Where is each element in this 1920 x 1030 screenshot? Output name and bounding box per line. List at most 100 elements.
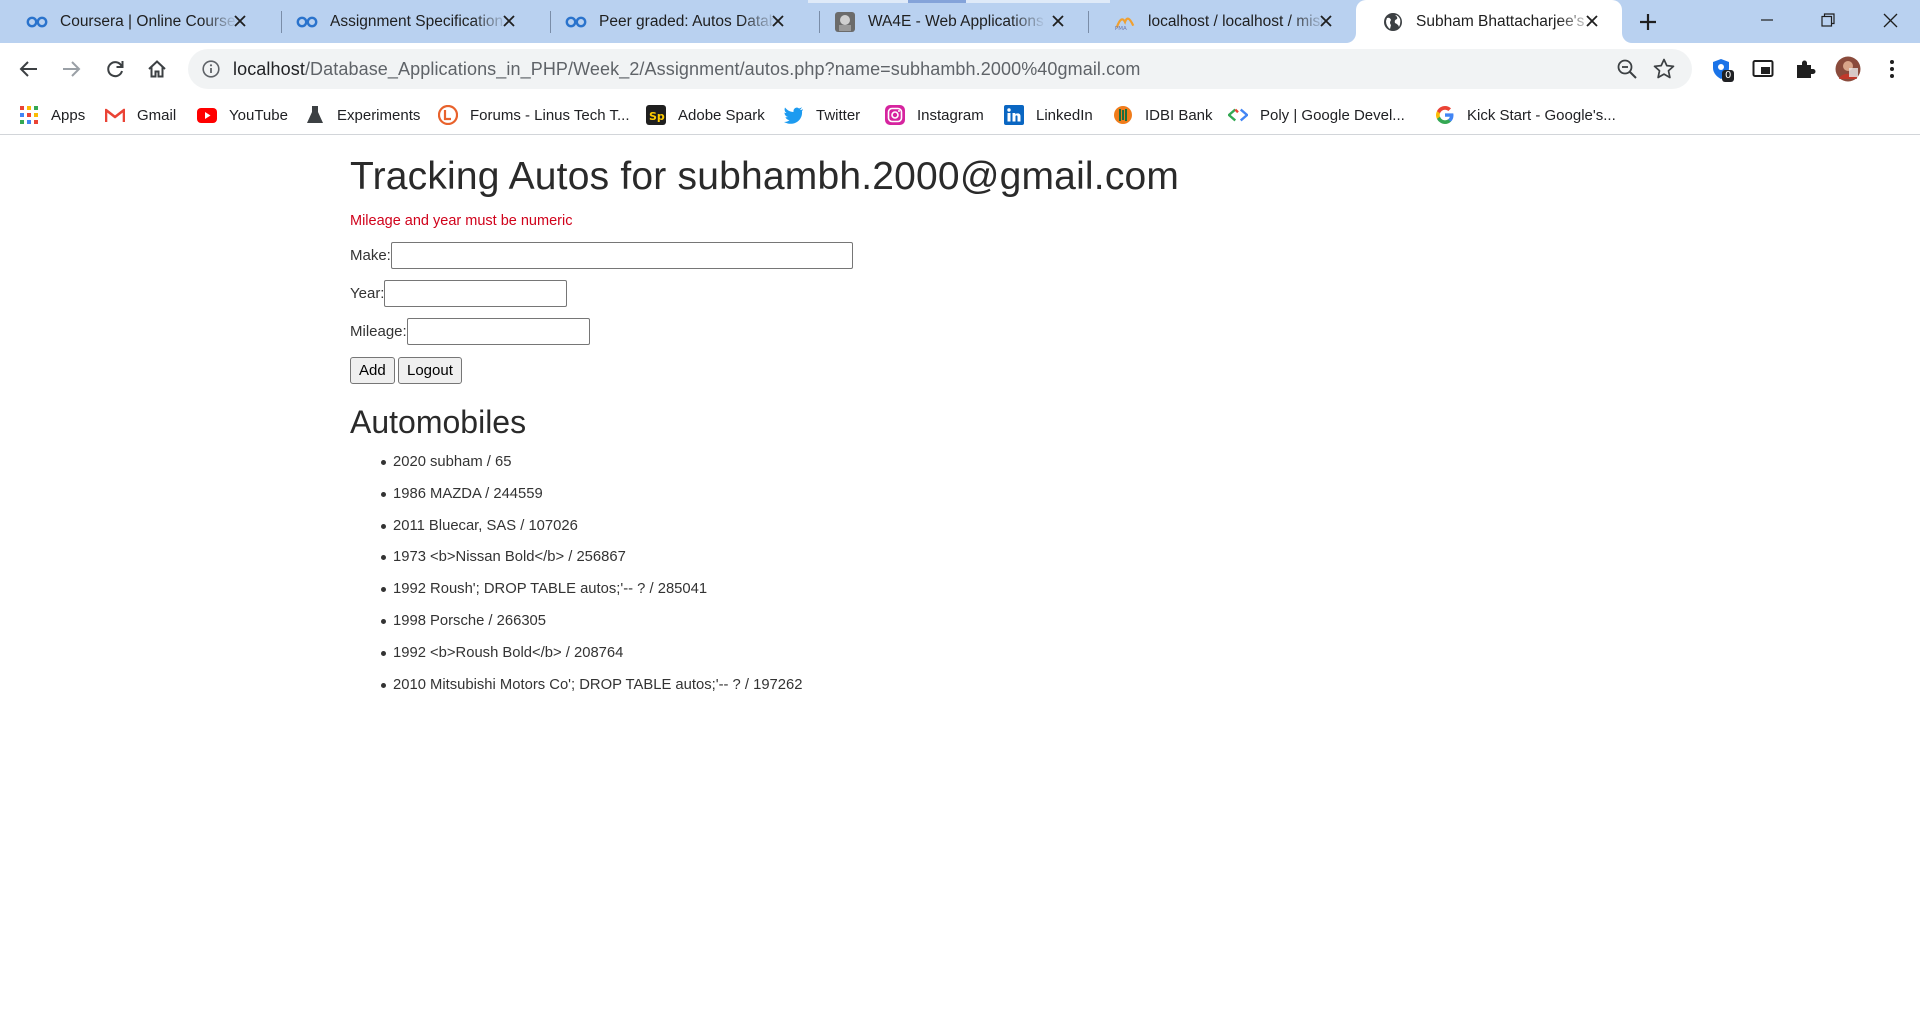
url-path: /Database_Applications_in_PHP/Week_2/Ass… (304, 59, 1141, 79)
close-icon[interactable] (1582, 11, 1602, 31)
url-host: localhost (233, 59, 305, 79)
extension-badge: 0 (1722, 70, 1735, 82)
bookmark-apps[interactable]: Apps (19, 95, 85, 135)
tab-title: Subham Bhattacharjee's Automobile Tracke… (1416, 12, 1594, 30)
idbi-icon (1113, 105, 1133, 125)
bookmark-label: Adobe Spark (678, 106, 765, 124)
bookmark-star-icon[interactable] (1652, 57, 1676, 81)
close-icon[interactable] (1048, 11, 1068, 31)
list-item: 1992 <b>Roush Bold</b> / 208764 (350, 637, 802, 669)
mileage-label: Mileage: (350, 323, 407, 340)
youtube-icon (197, 105, 217, 125)
ltt-icon (438, 105, 458, 125)
add-button[interactable]: Add (350, 357, 395, 384)
tab-title: Assignment Specification: Autos Database (330, 12, 508, 30)
back-button[interactable] (14, 54, 44, 84)
extension-button[interactable]: 0 (1708, 55, 1736, 83)
bookmark-label: Twitter (816, 106, 861, 124)
bookmark-linus-tech-tips[interactable]: Forums - Linus Tech T... (438, 95, 630, 135)
tab-title: Coursera | Online Courses & Credentials (60, 12, 238, 30)
profile-avatar[interactable] (1834, 55, 1862, 83)
coursera-icon (26, 11, 48, 33)
bookmark-poly[interactable]: Poly | Google Devel... (1228, 95, 1405, 135)
bookmark-label: Kick Start - Google's... (1467, 106, 1616, 124)
list-item: 1992 Roush'; DROP TABLE autos;'-- ? / 28… (350, 573, 802, 605)
kebab-menu-icon (1890, 60, 1894, 78)
logout-button[interactable]: Logout (398, 357, 462, 384)
minimize-icon (1761, 19, 1773, 21)
error-message: Mileage and year must be numeric (350, 213, 573, 229)
plus-icon (1640, 14, 1656, 30)
year-field: Year: (350, 280, 568, 307)
coursera-icon (565, 11, 587, 33)
tab-strip: Coursera | Online Courses & Credentials … (0, 0, 1920, 43)
svg-text:Sp: Sp (649, 110, 665, 123)
bookmark-label: Experiments (337, 106, 421, 124)
forward-button[interactable] (56, 54, 86, 84)
home-button[interactable] (142, 54, 172, 84)
tab-title: Peer graded: Autos Database (599, 12, 777, 30)
year-input[interactable] (384, 280, 568, 307)
bookmark-idbi-bank[interactable]: IDBI Bank (1113, 95, 1213, 135)
linkedin-icon (1004, 105, 1024, 125)
tab-wa4e[interactable]: WA4E - Web Applications for Everybody (808, 0, 1088, 43)
bookmark-kick-start[interactable]: Kick Start - Google's... (1435, 95, 1616, 135)
bookmark-label: Forums - Linus Tech T... (470, 106, 630, 124)
tab-auto-tracker[interactable]: Subham Bhattacharjee's Automobile Tracke… (1356, 0, 1622, 43)
bookmark-adobe-spark[interactable]: Sp Adobe Spark (646, 95, 765, 135)
twitter-icon (784, 105, 804, 125)
year-label: Year: (350, 285, 385, 302)
close-icon[interactable] (499, 11, 519, 31)
bookmark-youtube[interactable]: YouTube (197, 95, 288, 135)
list-item: 2011 Bluecar, SAS / 107026 (350, 510, 802, 542)
bookmark-twitter[interactable]: Twitter (784, 95, 860, 135)
globe-icon (1382, 11, 1404, 33)
close-icon[interactable] (230, 11, 250, 31)
close-icon[interactable] (768, 11, 788, 31)
bookmark-label: YouTube (229, 106, 288, 124)
bookmark-linkedin[interactable]: LinkedIn (1004, 95, 1093, 135)
bookmark-gmail[interactable]: Gmail (105, 95, 176, 135)
restore-button[interactable] (1798, 0, 1858, 40)
address-bar[interactable]: localhost/Database_Applications_in_PHP/W… (188, 49, 1692, 89)
make-field: Make: (350, 242, 853, 269)
poly-icon (1228, 105, 1248, 125)
new-tab-button[interactable] (1632, 6, 1664, 38)
mileage-input[interactable] (406, 318, 590, 345)
flask-icon (305, 105, 325, 125)
instagram-icon (885, 105, 905, 125)
browser-toolbar: localhost/Database_Applications_in_PHP/W… (0, 43, 1920, 95)
tab-phpmyadmin[interactable]: PMA localhost / localhost / misc / autos (1088, 0, 1356, 43)
page-viewport: Tracking Autos for subhambh.2000@gmail.c… (0, 136, 1920, 1030)
gmail-icon (105, 105, 125, 125)
close-icon (1883, 13, 1897, 27)
minimize-button[interactable] (1737, 0, 1797, 40)
automobiles-list: 2020 subham / 65 1986 MAZDA / 244559 201… (350, 446, 802, 700)
bookmark-experiments[interactable]: Experiments (305, 95, 420, 135)
tab-assignment-specification[interactable]: Assignment Specification: Autos Database (270, 0, 539, 43)
extensions-button[interactable] (1791, 55, 1819, 83)
wa4e-icon (834, 11, 856, 33)
zoom-icon[interactable] (1616, 58, 1638, 80)
puzzle-piece-icon (1797, 60, 1816, 78)
tab-coursera[interactable]: Coursera | Online Courses & Credentials (0, 0, 270, 43)
chrome-menu-button[interactable] (1878, 55, 1906, 83)
picture-in-picture-button[interactable] (1749, 55, 1777, 83)
url-text[interactable]: localhost/Database_Applications_in_PHP/W… (233, 59, 1140, 80)
list-item: 2010 Mitsubishi Motors Co'; DROP TABLE a… (350, 669, 802, 701)
svg-text:PMA: PMA (1115, 26, 1127, 32)
tab-title: WA4E - Web Applications for Everybody (868, 12, 1046, 30)
reload-button[interactable] (100, 54, 130, 84)
adobe-spark-icon: Sp (646, 105, 666, 125)
google-icon (1435, 105, 1455, 125)
bookmark-label: LinkedIn (1036, 106, 1093, 124)
phpmyadmin-icon: PMA (1114, 11, 1136, 33)
close-window-button[interactable] (1860, 0, 1920, 40)
make-input[interactable] (390, 242, 853, 269)
reload-icon (107, 61, 124, 78)
close-icon[interactable] (1316, 11, 1336, 31)
site-info-icon[interactable] (200, 58, 222, 80)
bookmark-instagram[interactable]: Instagram (885, 95, 984, 135)
tab-peer-graded[interactable]: Peer graded: Autos Database (539, 0, 808, 43)
home-icon (148, 60, 166, 78)
